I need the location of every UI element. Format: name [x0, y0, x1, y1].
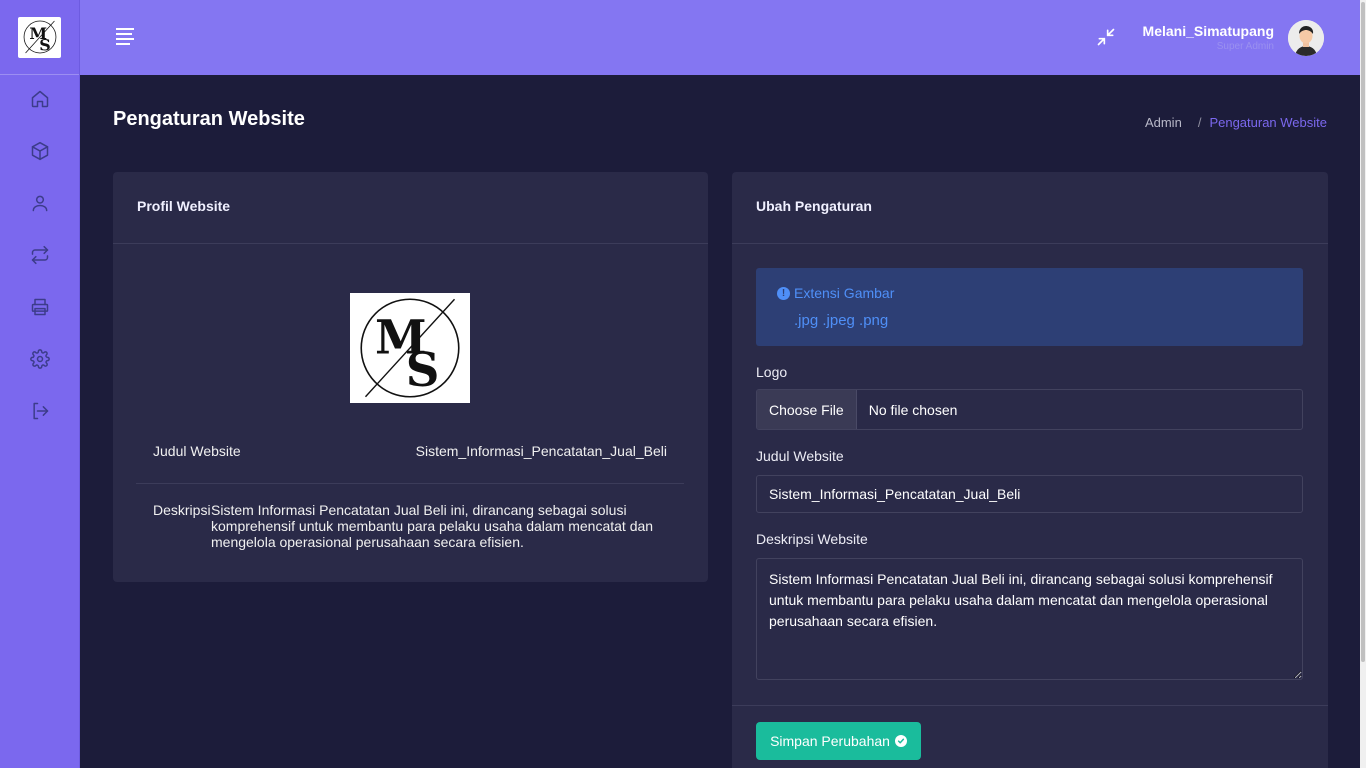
sidebar-item-reports[interactable] [0, 283, 79, 335]
title-field-label: Judul Website [756, 448, 844, 464]
svg-text:S: S [406, 342, 440, 397]
website-title-label: Judul Website [153, 443, 241, 459]
website-title-input[interactable] [756, 475, 1303, 513]
svg-text:S: S [39, 36, 51, 55]
menu-toggle-icon[interactable] [116, 28, 136, 46]
alert-title: Extensi Gambar [794, 285, 895, 301]
save-changes-button[interactable]: Simpan Perubahan [756, 722, 921, 760]
avatar[interactable] [1288, 20, 1324, 56]
brand-logo[interactable]: M S [18, 16, 61, 58]
sidebar-item-logout[interactable] [0, 387, 79, 439]
breadcrumb-current: Pengaturan Website [1209, 115, 1327, 130]
website-description-textarea[interactable]: Sistem Informasi Pencatatan Jual Beli in… [756, 558, 1303, 680]
description-field-label: Deskripsi Website [756, 531, 868, 547]
logout-icon [30, 401, 50, 426]
sidebar-item-products[interactable] [0, 127, 79, 179]
sidebar-item-dashboard[interactable] [0, 75, 79, 127]
topbar: Melani_Simatupang Super Admin [80, 0, 1360, 75]
breadcrumb: Admin / Pengaturan Website [1145, 115, 1327, 130]
transfer-icon [30, 245, 50, 270]
settings-card-header: Ubah Pengaturan [732, 172, 1328, 244]
website-description-row: Deskripsi Sistem Informasi Pencatatan Ju… [136, 502, 684, 550]
collapse-screen-icon[interactable] [1096, 27, 1116, 47]
user-role: Super Admin [1216, 41, 1274, 52]
info-icon: ! [777, 286, 790, 300]
website-title-row: Judul Website Sistem_Informasi_Pencatata… [136, 440, 684, 484]
logo-file-input[interactable]: Choose File No file chosen [756, 389, 1303, 430]
page-title: Pengaturan Website [113, 108, 305, 130]
sidebar-item-transactions[interactable] [0, 231, 79, 283]
user-name: Melani_Simatupang [1142, 23, 1274, 39]
box-icon [30, 141, 50, 166]
file-status: No file chosen [868, 401, 958, 418]
alert-extensions: .jpg .jpeg .png [794, 312, 889, 329]
logo-label: Logo [756, 364, 788, 380]
sidebar-nav [0, 75, 79, 439]
printer-icon [30, 297, 50, 322]
website-logo: M S [350, 293, 470, 403]
sidebar-item-settings[interactable] [0, 335, 79, 387]
save-button-label: Simpan Perubahan [770, 733, 890, 749]
check-circle-icon [894, 735, 907, 747]
choose-file-button[interactable]: Choose File [757, 390, 857, 429]
image-extension-alert: ! Extensi Gambar .jpg .jpeg .png [756, 268, 1303, 346]
sidebar: M S [0, 0, 80, 768]
card-footer-divider [732, 705, 1328, 706]
gear-icon [29, 348, 50, 374]
sidebar-brand[interactable]: M S [0, 0, 79, 75]
page-scrollbar[interactable] [1360, 0, 1366, 768]
website-description-label: Deskripsi [153, 502, 211, 518]
profile-card-header: Profil Website [113, 172, 708, 244]
user-icon [30, 193, 50, 218]
user-menu[interactable]: Melani_Simatupang Super Admin [1143, 20, 1324, 56]
sidebar-item-users[interactable] [0, 179, 79, 231]
website-description-value: Sistem Informasi Pencatatan Jual Beli in… [211, 502, 654, 550]
breadcrumb-separator: / [1197, 115, 1202, 130]
profile-card: Profil Website M S Judul Website Sistem_… [113, 172, 708, 582]
breadcrumb-admin[interactable]: Admin [1145, 115, 1182, 130]
website-title-value: Sistem_Informasi_Pencatatan_Jual_Beli [415, 443, 667, 459]
home-icon [30, 89, 50, 114]
settings-card: Ubah Pengaturan ! Extensi Gambar .jpg .j… [732, 172, 1328, 768]
